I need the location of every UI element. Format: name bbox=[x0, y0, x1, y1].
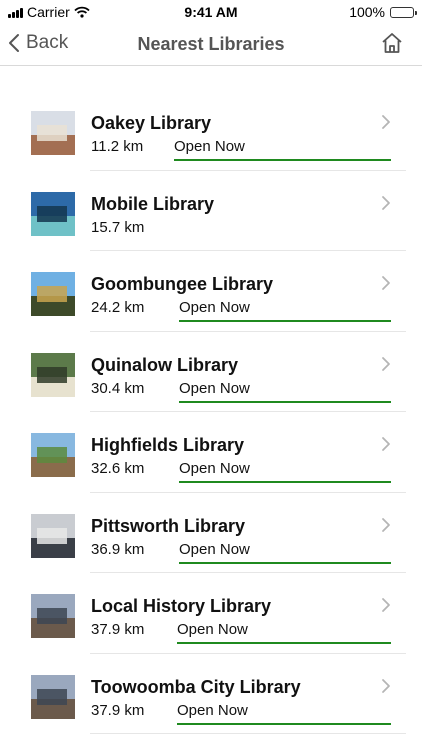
library-distance: 30.4 km bbox=[91, 379, 145, 397]
navigation-bar: Back Nearest Libraries bbox=[0, 24, 422, 66]
list-item[interactable]: Mobile Library 15.7 km bbox=[0, 171, 422, 251]
chevron-right-icon bbox=[382, 356, 390, 371]
status-right: 100% bbox=[349, 4, 417, 20]
open-status-underline bbox=[179, 561, 391, 564]
library-distance: 32.6 km bbox=[91, 460, 145, 477]
library-name: Pittsworth Library bbox=[91, 515, 246, 536]
library-distance: 37.9 km bbox=[91, 621, 145, 638]
row-divider bbox=[90, 733, 406, 734]
list-item[interactable]: Toowoomba City Library 37.9 km Open Now bbox=[0, 654, 422, 734]
list-item[interactable]: Pittsworth Library 36.9 km Open Now bbox=[0, 493, 422, 573]
open-status-underline bbox=[177, 722, 391, 725]
list-item[interactable]: Local History Library 37.9 km Open Now bbox=[0, 573, 422, 654]
library-thumbnail bbox=[31, 352, 75, 397]
chevron-right-icon bbox=[382, 437, 390, 451]
library-photo bbox=[31, 594, 75, 638]
open-status: Open Now bbox=[177, 621, 248, 638]
library-distance: 36.9 km bbox=[91, 540, 145, 558]
chevron-right-icon bbox=[382, 517, 390, 532]
library-photo bbox=[31, 111, 75, 155]
library-name: Local History Library bbox=[91, 596, 272, 616]
battery-icon bbox=[390, 6, 417, 18]
library-distance: 24.2 km bbox=[91, 299, 145, 316]
chevron-right-icon bbox=[382, 195, 390, 210]
open-status-underline bbox=[174, 159, 391, 161]
open-status-underline bbox=[179, 400, 391, 403]
open-status-underline bbox=[177, 642, 391, 644]
open-status: Open Now bbox=[179, 460, 250, 477]
open-status-underline bbox=[179, 481, 391, 483]
open-status: Open Now bbox=[179, 299, 250, 316]
open-status: Open Now bbox=[179, 379, 250, 397]
library-distance: 15.7 km bbox=[91, 218, 145, 236]
list-item[interactable]: Quinalow Library 30.4 km Open Now bbox=[0, 332, 422, 412]
battery-percent: 100% bbox=[349, 4, 385, 20]
library-name: Mobile Library bbox=[91, 193, 215, 214]
library-thumbnail bbox=[31, 111, 75, 155]
library-thumbnail bbox=[31, 674, 75, 719]
chevron-right-icon bbox=[382, 115, 390, 129]
library-photo bbox=[31, 272, 75, 316]
library-distance: 11.2 km bbox=[91, 138, 144, 155]
page-title: Nearest Libraries bbox=[137, 34, 285, 54]
library-name: Highfields Library bbox=[91, 435, 245, 455]
library-distance: 37.9 km bbox=[91, 701, 145, 719]
library-name: Oakey Library bbox=[91, 113, 212, 133]
home-icon[interactable] bbox=[380, 31, 404, 55]
library-thumbnail bbox=[31, 272, 75, 316]
library-thumbnail bbox=[31, 433, 75, 477]
library-list: Oakey Library 11.2 km Open Now Mobile Libra… bbox=[0, 90, 422, 734]
library-photo bbox=[31, 674, 75, 719]
list-item[interactable]: Goombungee Library 24.2 km Open Now bbox=[0, 251, 422, 332]
library-name: Goombungee Library bbox=[91, 274, 274, 294]
library-thumbnail bbox=[31, 594, 75, 638]
library-photo bbox=[31, 191, 75, 236]
library-thumbnail bbox=[31, 513, 75, 558]
open-status: Open Now bbox=[179, 540, 250, 558]
open-status: Open Now bbox=[177, 701, 248, 719]
library-name: Quinalow Library bbox=[91, 354, 239, 375]
status-bar: Carrier 9:41 AM 100% bbox=[0, 0, 422, 24]
library-thumbnail bbox=[31, 191, 75, 236]
open-status: Open Now bbox=[174, 138, 245, 155]
library-photo bbox=[31, 513, 75, 558]
library-photo bbox=[31, 433, 75, 477]
chevron-right-icon bbox=[382, 276, 390, 290]
chevron-right-icon bbox=[382, 598, 390, 612]
open-status-underline bbox=[179, 320, 391, 322]
chevron-right-icon bbox=[382, 678, 390, 693]
library-photo bbox=[31, 352, 75, 397]
list-item[interactable]: Oakey Library 11.2 km Open Now bbox=[0, 90, 422, 171]
list-item[interactable]: Highfields Library 32.6 km Open Now bbox=[0, 412, 422, 493]
library-name: Toowoomba City Library bbox=[91, 676, 301, 697]
